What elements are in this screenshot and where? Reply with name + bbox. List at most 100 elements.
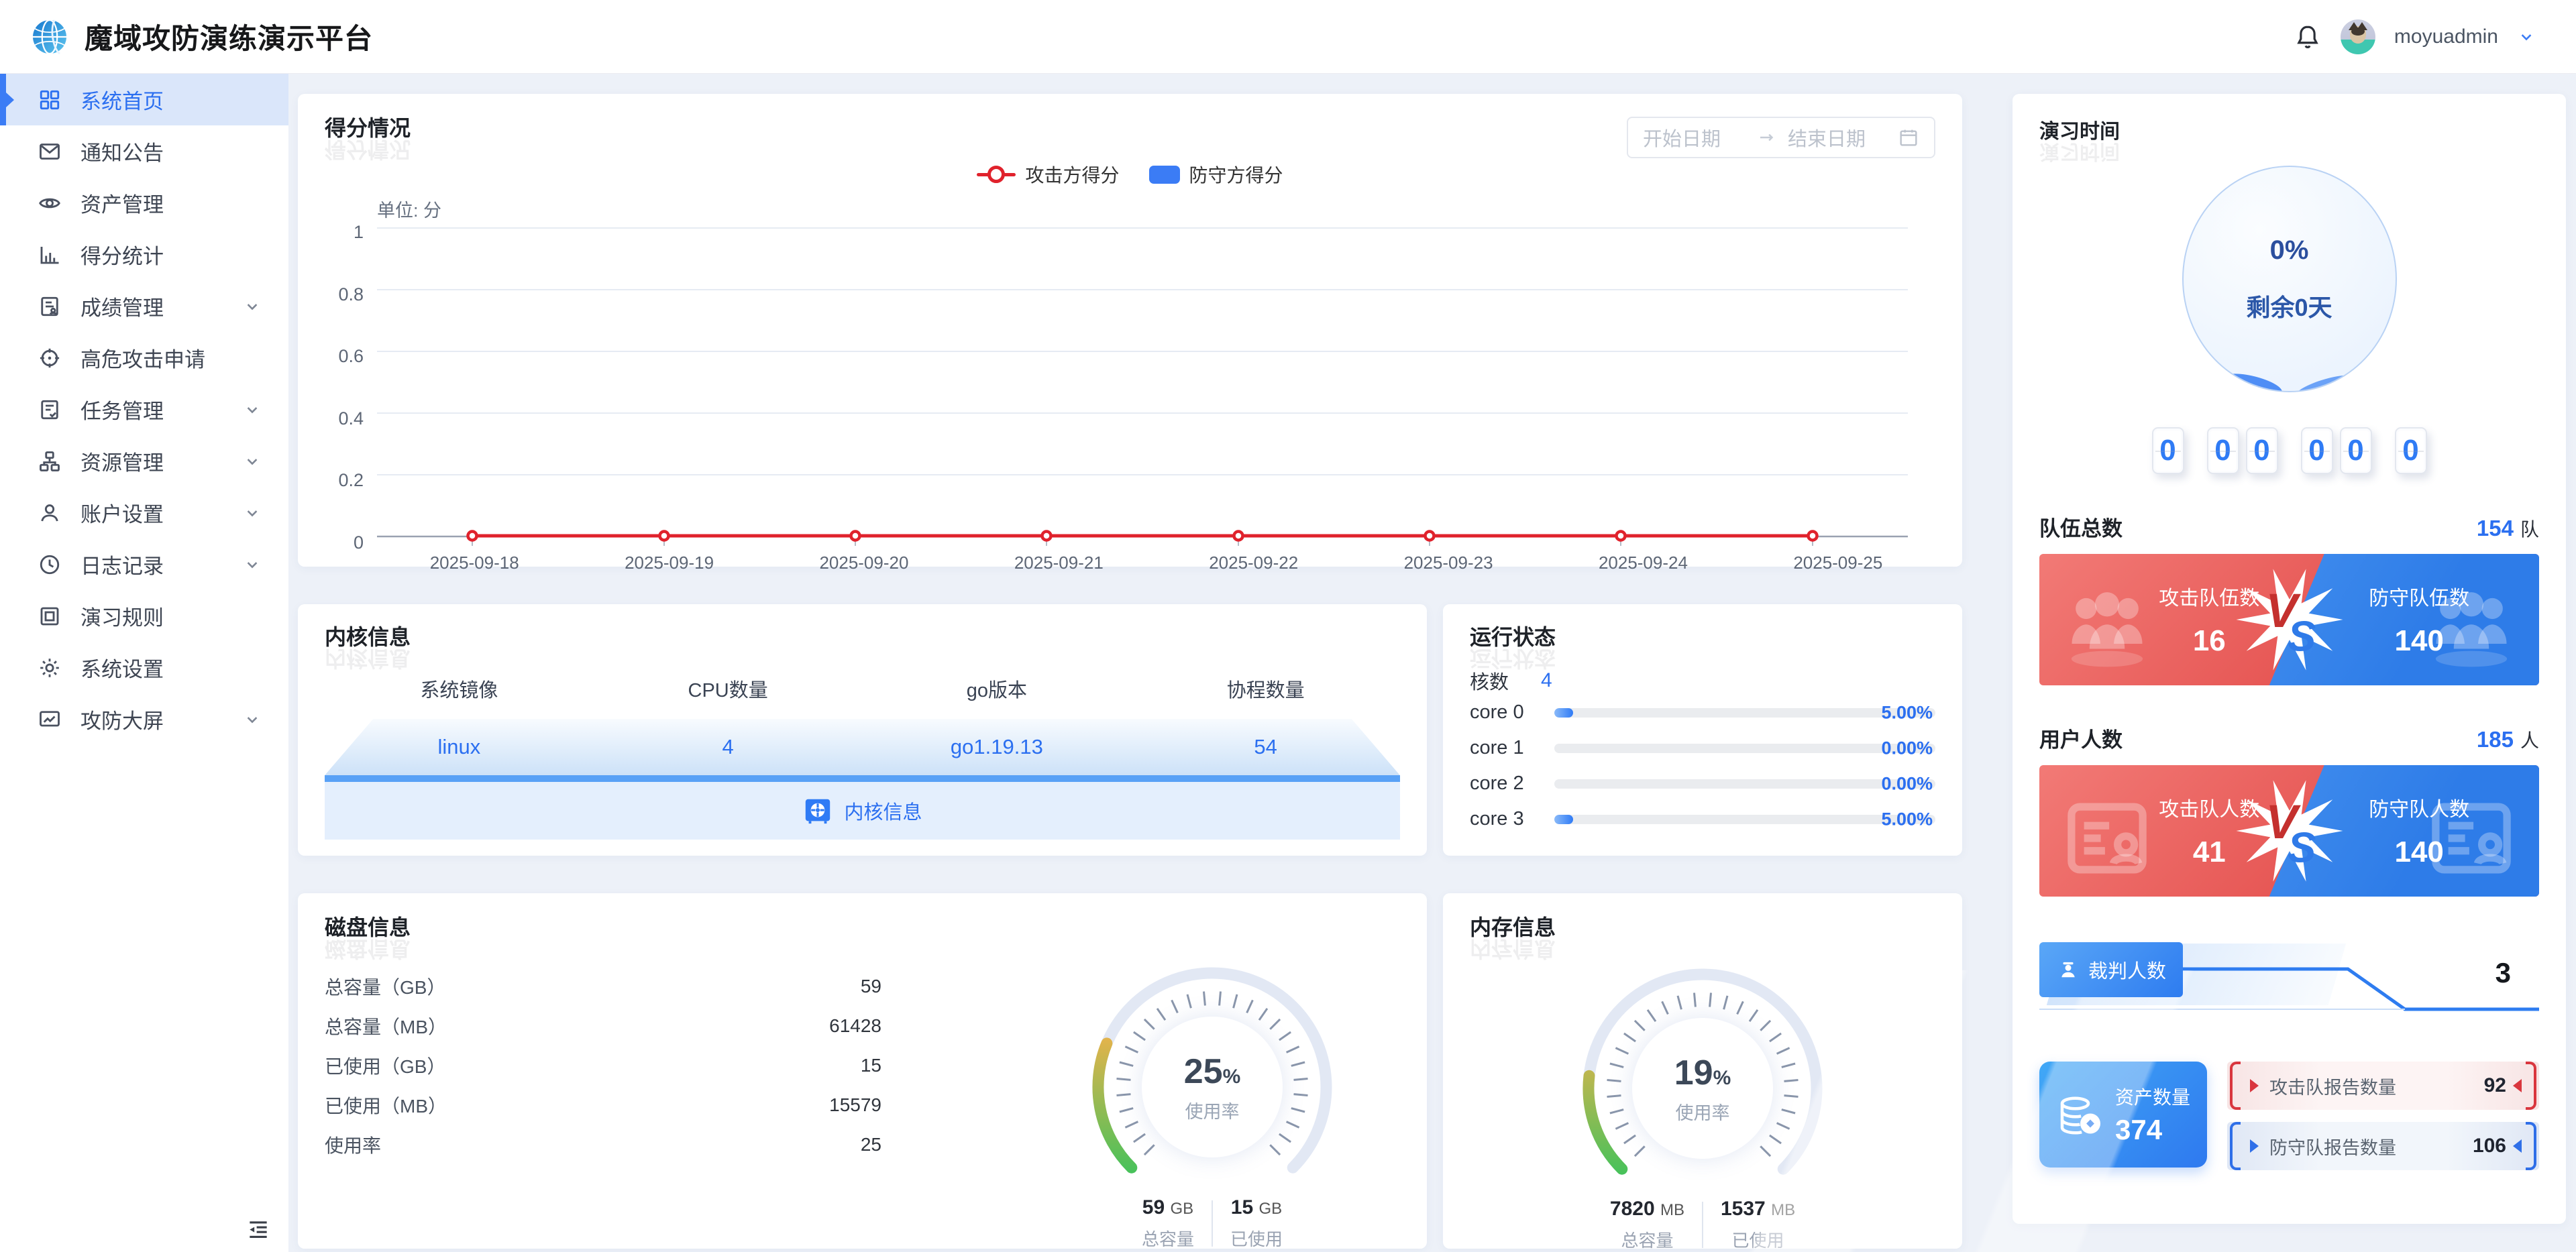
- sidebar-collapse-icon[interactable]: [246, 1217, 271, 1243]
- vs-emblem-icon: V S: [2233, 774, 2347, 888]
- disk-total-value: 59: [1142, 1196, 1165, 1218]
- core-usage-percent: 5.00%: [1881, 702, 1933, 723]
- kernel-platform: linux4go1.19.1354 内核信息: [325, 719, 1400, 840]
- chevron-down-icon: [243, 297, 262, 316]
- y-tick-label: 0.8: [338, 284, 364, 305]
- sidebar-item[interactable]: 攻防大屏: [0, 693, 288, 745]
- disk-usage-gauge: 25% 使用率 59 GB 总容量 15 GB 已使用: [1071, 946, 1353, 1252]
- sidebar-item-label: 演习规则: [80, 601, 164, 631]
- sidebar-item-icon: [38, 707, 62, 732]
- sidebar-item-icon: [38, 604, 62, 628]
- judges-value: 3: [2496, 957, 2511, 989]
- sidebar-item[interactable]: 日志记录: [0, 538, 288, 590]
- disk-used-label: 已使用: [1230, 1226, 1283, 1251]
- sidebar-item[interactable]: 账户设置: [0, 487, 288, 538]
- sidebar-item[interactable]: 得分统计: [0, 229, 288, 280]
- teams-vs-banner: 攻击队伍数 16 防守队伍数 140 V S: [2039, 554, 2539, 685]
- svg-text:S: S: [2288, 614, 2316, 661]
- sidebar-item-icon: [38, 656, 62, 680]
- assets-count-card: 资产数量 374: [2039, 1062, 2207, 1168]
- sidebar-item-icon: [38, 346, 62, 370]
- disk-stat-value: 15579: [829, 1094, 881, 1116]
- disk-stat-label: 总容量（GB）: [325, 973, 445, 1000]
- sidebar-item[interactable]: 通知公告: [0, 125, 288, 177]
- sidebar-item[interactable]: 资产管理: [0, 177, 288, 229]
- attack-report-label: 攻击队报告数量: [2269, 1073, 2396, 1099]
- defense-report-value: 106: [2473, 1135, 2506, 1157]
- core-usage-row: core 2 0.00%: [1470, 766, 1935, 801]
- chart-plot-area: [377, 226, 1908, 551]
- y-tick-label: 0.2: [338, 470, 364, 491]
- judges-label: 裁判人数: [2088, 956, 2166, 984]
- x-tick-label: 2025-09-18: [377, 553, 572, 573]
- kernel-footer-label: 内核信息: [844, 797, 922, 825]
- username[interactable]: moyuadmin: [2394, 25, 2498, 48]
- core-count-value: 4: [1541, 669, 1552, 692]
- sidebar-item-label: 资产管理: [80, 188, 164, 218]
- disk-stat-label: 已使用（MB）: [325, 1092, 447, 1119]
- disk-stat-value: 15: [861, 1055, 881, 1076]
- core-progress-track: [1554, 744, 1935, 753]
- arrow-right-icon: [1757, 127, 1777, 148]
- sidebar-item-label: 通知公告: [80, 136, 164, 166]
- x-axis-labels: 2025-09-182025-09-192025-09-202025-09-21…: [377, 553, 1935, 573]
- sidebar-item-label: 得分统计: [80, 239, 164, 270]
- main-content: 得分情况得分情况 开始日期 结束日期 攻击方得分 防守方得分: [288, 74, 2576, 1252]
- avatar[interactable]: [2341, 19, 2375, 54]
- defense-report-row: 防守队报告数量 106: [2227, 1122, 2539, 1170]
- sidebar-item-icon: [38, 501, 62, 525]
- sidebar-item[interactable]: 资源管理: [0, 435, 288, 487]
- disk-stat-value: 61428: [829, 1015, 881, 1037]
- date-range-picker[interactable]: 开始日期 结束日期: [1627, 117, 1935, 158]
- legend-item-attack[interactable]: 攻击方得分: [977, 161, 1119, 188]
- countdown-digit: 0: [2301, 427, 2333, 474]
- core-usage-row: core 1 0.00%: [1470, 730, 1935, 766]
- sidebar-item[interactable]: 高危攻击申请: [0, 332, 288, 384]
- disk-stat-label: 已使用（GB）: [325, 1052, 445, 1079]
- run-status-card: 运行状态运行状态 核数 4 core 0 5: [1443, 604, 1962, 856]
- sidebar-item[interactable]: 系统设置: [0, 642, 288, 693]
- sidebar-item-label: 账户设置: [80, 498, 164, 528]
- legend-item-defense[interactable]: 防守方得分: [1149, 161, 1283, 188]
- sidebar-item[interactable]: 系统首页: [0, 74, 288, 125]
- bell-icon[interactable]: [2294, 23, 2322, 51]
- kernel-chip-icon: [802, 795, 833, 826]
- card-title: 得分情况得分情况: [325, 117, 411, 140]
- x-tick-label: 2025-09-25: [1741, 553, 1935, 573]
- start-date-input[interactable]: 开始日期: [1643, 123, 1746, 152]
- countdown-digit: 0: [2395, 427, 2427, 474]
- sidebar-item[interactable]: 演习规则: [0, 590, 288, 642]
- calendar-icon[interactable]: [1898, 127, 1919, 148]
- sidebar-item-label: 任务管理: [80, 394, 164, 424]
- sidebar-item[interactable]: 任务管理: [0, 384, 288, 435]
- chevron-down-icon[interactable]: [2517, 27, 2536, 46]
- core-usage-row: core 0 5.00%: [1470, 695, 1935, 730]
- memory-usage-gauge: 19% 使用率 7820 MB 总容量 1537 MB 已使用: [1562, 948, 1843, 1252]
- memory-info-card: 内存信息内存信息 19% 使用率: [1443, 893, 1962, 1249]
- sidebar-item-icon: [38, 191, 62, 215]
- end-date-input[interactable]: 结束日期: [1788, 123, 1891, 152]
- countdown-clock: 000000: [2039, 427, 2539, 474]
- attack-report-value: 92: [2484, 1074, 2506, 1097]
- assets-label: 资产数量: [2115, 1083, 2190, 1110]
- disk-total-label: 总容量: [1142, 1226, 1194, 1251]
- y-axis-labels: 10.80.60.40.20: [325, 222, 364, 553]
- app-logo-icon: [30, 17, 70, 57]
- sidebar-item-icon: [38, 449, 62, 473]
- disk-used-value: 15: [1231, 1196, 1253, 1218]
- attack-users-value: 41: [2193, 836, 2226, 869]
- sidebar-item-label: 资源管理: [80, 446, 164, 476]
- chevron-down-icon: [243, 504, 262, 522]
- x-tick-label: 2025-09-24: [1546, 553, 1740, 573]
- memory-gauge-label: 使用率: [1676, 1098, 1730, 1125]
- defense-users-value: 140: [2394, 836, 2443, 869]
- score-chart-card: 得分情况得分情况 开始日期 结束日期 攻击方得分 防守方得分: [298, 94, 1962, 567]
- sidebar-item-label: 系统首页: [80, 84, 164, 115]
- sidebar-item[interactable]: 成绩管理: [0, 280, 288, 332]
- chevron-down-icon: [243, 710, 262, 729]
- core-usage-row: core 3 5.00%: [1470, 801, 1935, 837]
- disk-stat-label: 使用率: [325, 1131, 381, 1158]
- memory-used-value: 1537: [1721, 1198, 1766, 1220]
- kernel-column-value: 54: [1131, 735, 1400, 759]
- disk-stat-row: 已使用（GB） 15: [325, 1045, 881, 1085]
